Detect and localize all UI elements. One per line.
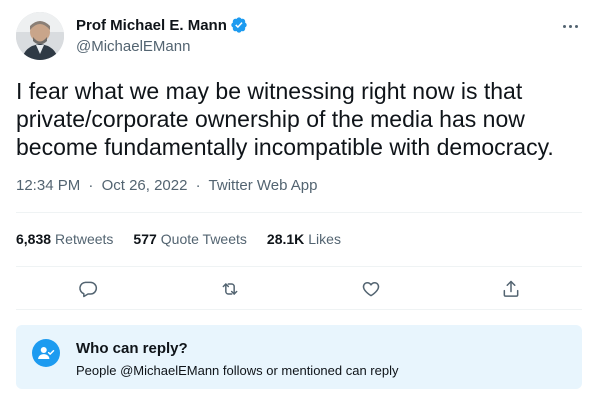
retweets-count: 6,838 — [16, 231, 52, 247]
tweet-actions — [16, 269, 582, 309]
likes-count: 28.1K — [266, 231, 305, 247]
who-can-reply-description: People @MichaelEMann follows or mentione… — [76, 363, 399, 378]
meta-separator: · — [195, 177, 201, 194]
quote-tweets-label: Quote Tweets — [160, 231, 247, 247]
avatar[interactable] — [16, 12, 64, 60]
tweet-source[interactable]: Twitter Web App — [209, 177, 318, 194]
divider — [16, 266, 582, 267]
retweets-label: Retweets — [55, 231, 114, 247]
like-icon[interactable] — [351, 269, 391, 309]
meta-separator: · — [88, 177, 94, 194]
more-options-icon[interactable] — [558, 14, 582, 38]
tweet-header: Prof Michael E. Mann @MichaelEMann — [16, 12, 582, 62]
tweet: Prof Michael E. Mann @MichaelEMann I fea… — [0, 0, 598, 405]
likes-stat[interactable]: 28.1K Likes — [267, 231, 341, 247]
tweet-meta: 12:34 PM · Oct 26, 2022 · Twitter Web Ap… — [16, 177, 318, 194]
display-name[interactable]: Prof Michael E. Mann — [76, 17, 227, 34]
divider — [16, 309, 582, 310]
handle[interactable]: @MichaelEMann — [76, 38, 248, 55]
quote-tweets-stat[interactable]: 577 Quote Tweets — [133, 231, 247, 247]
tweet-text: I fear what we may be witnessing right n… — [16, 78, 554, 160]
divider — [16, 212, 582, 213]
quote-tweets-count: 577 — [133, 231, 157, 247]
reply-icon[interactable] — [68, 269, 108, 309]
tweet-date[interactable]: Oct 26, 2022 — [102, 177, 188, 194]
name-row: Prof Michael E. Mann — [76, 15, 248, 35]
retweets-stat[interactable]: 6,838 Retweets — [16, 231, 113, 247]
verified-badge-icon — [230, 16, 248, 34]
retweet-icon[interactable] — [210, 269, 250, 309]
who-can-reply-title: Who can reply? — [76, 340, 188, 357]
likes-label: Likes — [308, 231, 341, 247]
mention-user-icon — [32, 339, 60, 367]
share-icon[interactable] — [491, 269, 531, 309]
name-block: Prof Michael E. Mann @MichaelEMann — [76, 15, 248, 55]
who-can-reply-box: Who can reply? People @MichaelEMann foll… — [16, 325, 582, 389]
tweet-time[interactable]: 12:34 PM — [16, 177, 80, 194]
tweet-stats: 6,838 Retweets 577 Quote Tweets 28.1K Likes — [16, 231, 341, 247]
